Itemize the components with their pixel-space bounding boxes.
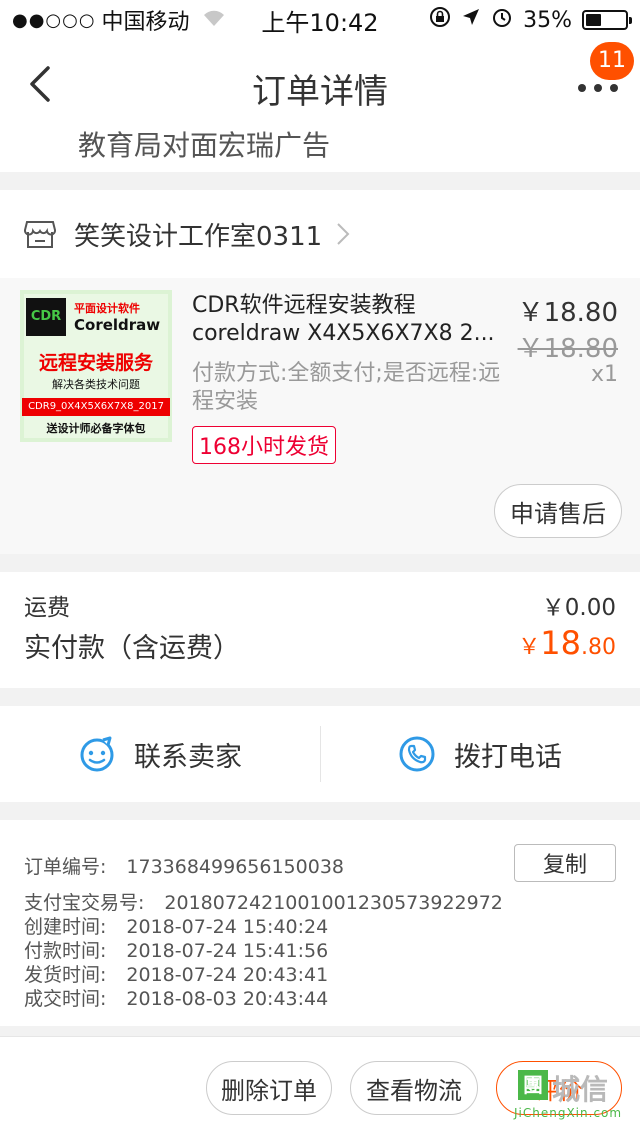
info-key: 订单编号: bbox=[24, 856, 107, 878]
info-key: 创建时间: bbox=[24, 916, 107, 938]
notification-badge: 11 bbox=[590, 42, 634, 80]
paid-decimal: .80 bbox=[581, 635, 616, 660]
thumb-text-1: 平面设计软件 bbox=[74, 302, 140, 315]
watermark-logo: 團 bbox=[518, 1070, 548, 1100]
page-title: 订单详情 bbox=[252, 72, 388, 112]
nav-bar: 订单详情 11 bbox=[0, 40, 640, 130]
info-value: 2018-07-24 15:40:24 bbox=[126, 916, 329, 938]
info-key: 付款时间: bbox=[24, 940, 107, 962]
address-text: 教育局对面宏瑞广告 bbox=[78, 130, 331, 162]
phone-icon bbox=[399, 736, 435, 772]
product-title-line-1: CDR软件远程安装教程 bbox=[192, 293, 416, 318]
call-phone-button[interactable]: 拨打电话 bbox=[320, 706, 640, 802]
shipped-time-row: 发货时间: 2018-07-24 20:43:41 bbox=[24, 960, 328, 987]
watermark-domain: JiChengXin.com bbox=[514, 1106, 623, 1120]
battery-percent: 35% bbox=[523, 7, 572, 33]
thumb-text-3: 远程安装服务 bbox=[38, 352, 153, 374]
chevron-right-icon bbox=[337, 223, 350, 245]
info-value: 173368499656150038 bbox=[126, 856, 344, 878]
contact-bar: 联系卖家 拨打电话 bbox=[0, 706, 640, 802]
product-price: ￥18.80 bbox=[517, 298, 618, 328]
paid-amount: ￥18.80 bbox=[518, 624, 616, 662]
battery-level bbox=[586, 14, 601, 26]
view-logistics-button[interactable]: 查看物流 bbox=[350, 1061, 478, 1115]
info-value: 2018-07-24 20:43:41 bbox=[126, 964, 329, 986]
cdr-logo: CDR bbox=[26, 298, 66, 336]
quantity: x1 bbox=[590, 362, 618, 387]
product-title[interactable]: CDR软件远程安装教程 coreldraw X4X5X6X7X8 2... bbox=[192, 292, 508, 348]
watermark-text: 城信 bbox=[552, 1073, 609, 1106]
order-item[interactable]: CDR 平面设计软件 Coreldraw 远程安装服务 解决各类技术问题 CDR… bbox=[0, 278, 640, 554]
shipping-label: 运费 bbox=[24, 595, 70, 621]
shipping-tag: 168小时发货 bbox=[192, 426, 336, 464]
contact-seller-label: 联系卖家 bbox=[134, 741, 242, 773]
alipay-number-row: 支付宝交易号: 2018072421001001230573922972 bbox=[24, 888, 503, 915]
contact-seller-button[interactable]: 联系卖家 bbox=[0, 706, 320, 802]
delete-order-button[interactable]: 删除订单 bbox=[206, 1061, 332, 1115]
info-value: 2018072421001001230573922972 bbox=[164, 892, 503, 914]
product-thumbnail[interactable]: CDR 平面设计软件 Coreldraw 远程安装服务 解决各类技术问题 CDR… bbox=[20, 290, 172, 442]
info-key: 发货时间: bbox=[24, 964, 107, 986]
location-arrow-icon bbox=[461, 7, 481, 33]
signal-strength: ●●○○○ bbox=[12, 9, 96, 31]
shop-row[interactable]: 笑笑设计工作室0311 bbox=[0, 190, 640, 278]
paid-integer: 18 bbox=[540, 624, 581, 662]
rotation-lock-icon bbox=[429, 6, 451, 34]
chat-face-icon bbox=[80, 736, 114, 772]
thumb-text-6: 送设计师必备字体包 bbox=[46, 422, 146, 435]
info-value: 2018-08-03 20:43:44 bbox=[126, 988, 329, 1010]
status-bar: ●●○○○ 中国移动 上午10:42 35% bbox=[0, 0, 640, 40]
wifi-icon bbox=[202, 8, 226, 32]
product-sku: 付款方式:全额支付;是否远程:远程安装 bbox=[192, 361, 501, 414]
paid-label: 实付款（含运费） bbox=[24, 633, 240, 664]
shop-name: 笑笑设计工作室0311 bbox=[74, 221, 323, 252]
order-info: 订单编号: 173368499656150038 复制 支付宝交易号: 201807… bbox=[0, 820, 640, 1026]
shop-icon bbox=[24, 221, 56, 248]
paid-time-row: 付款时间: 2018-07-24 15:41:56 bbox=[24, 936, 328, 963]
copy-button[interactable]: 复制 bbox=[514, 844, 616, 882]
call-phone-label: 拨打电话 bbox=[454, 741, 562, 773]
alarm-icon bbox=[491, 6, 513, 34]
original-price: ￥18.80 bbox=[517, 334, 618, 364]
battery-icon bbox=[582, 10, 632, 30]
thumb-text-5: CDR9_0X4X5X6X7X8_2017 bbox=[22, 398, 170, 416]
created-time-row: 创建时间: 2018-07-24 15:40:24 bbox=[24, 912, 328, 939]
completed-time-row: 成交时间: 2018-08-03 20:43:44 bbox=[24, 984, 328, 1011]
info-value: 2018-07-24 15:41:56 bbox=[126, 940, 329, 962]
fee-summary: 运费 ￥0.00 实付款（含运费） ￥18.80 bbox=[0, 572, 640, 688]
site-watermark: 團 城信 JiChengXin.com bbox=[512, 1068, 630, 1130]
shipping-value: ￥0.00 bbox=[541, 595, 616, 621]
thumb-text-2: Coreldraw bbox=[74, 316, 161, 334]
paid-currency: ￥ bbox=[518, 635, 541, 660]
address-section: 教育局对面宏瑞广告 bbox=[0, 130, 640, 172]
product-title-line-2: coreldraw X4X5X6X7X8 2... bbox=[192, 321, 495, 346]
thumb-text-4: 解决各类技术问题 bbox=[52, 378, 140, 391]
info-key: 成交时间: bbox=[24, 988, 107, 1010]
order-number-row: 订单编号: 173368499656150038 bbox=[24, 852, 344, 879]
info-key: 支付宝交易号: bbox=[24, 892, 145, 914]
after-sale-button[interactable]: 申请售后 bbox=[494, 484, 622, 538]
carrier-name: 中国移动 bbox=[101, 10, 190, 35]
